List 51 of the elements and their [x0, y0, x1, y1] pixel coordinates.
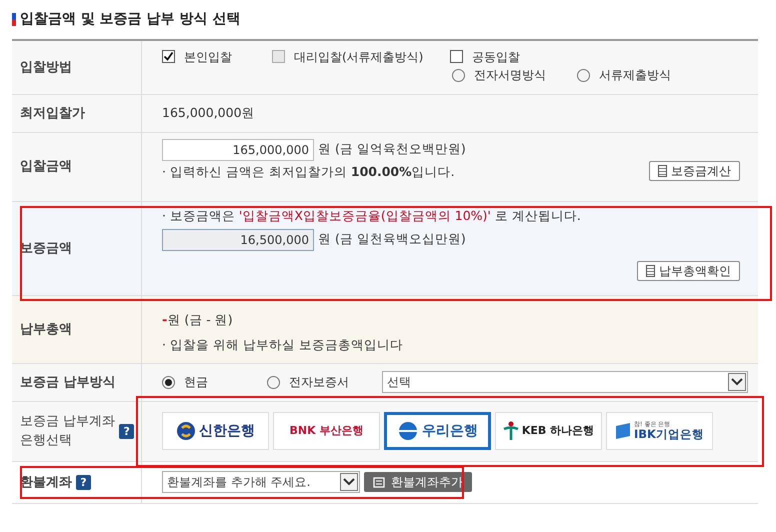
row-label: 납부총액	[20, 320, 72, 338]
total-note: · 입찰을 위해 납부하실 보증금총액입니다	[162, 337, 404, 354]
percentage-note: · 입력하신 금액은 최저입찰가의 100.00%입니다.	[162, 164, 455, 182]
guarantee-select[interactable]: 선택	[382, 371, 748, 394]
bank-logo-icon	[397, 421, 419, 442]
calculator-icon	[658, 164, 667, 177]
amount-in-words: 원 (금 - 원)	[167, 312, 233, 327]
section-title: 입찰금액 및 보증금 납부 방식 선택	[20, 10, 240, 29]
amount-field[interactable]: 165,000,000	[162, 138, 314, 161]
amount-field[interactable]: 16,500,000	[162, 228, 314, 251]
checkbox-label: 공동입찰	[472, 48, 520, 66]
calculator-icon	[646, 264, 655, 277]
add-refund-account-button[interactable]: 환불계좌추가	[364, 472, 472, 492]
radio-label: 서류제출방식	[599, 67, 671, 84]
row-label: 보증금 납부방식	[20, 374, 116, 392]
radio-label: 전자서명방식	[474, 67, 546, 84]
bank-logo-icon	[176, 421, 196, 442]
bank-logo-button[interactable]: 우리은행	[384, 412, 491, 450]
row-label: 최저입찰가	[20, 104, 85, 122]
bank-logo-icon	[615, 422, 632, 440]
bank-logo-button[interactable]: 신한은행	[162, 412, 269, 450]
checkbox[interactable]	[450, 50, 463, 64]
bank-logo-button[interactable]: BNK 부산은행	[273, 412, 380, 450]
calculate-button[interactable]: 보증금계산	[649, 160, 740, 182]
row-label: 입찰금액	[20, 158, 72, 176]
radio-button[interactable]	[577, 68, 590, 82]
amount-in-words: 원 (금 일억육천오백만원)	[318, 141, 466, 158]
list-icon	[373, 476, 385, 488]
help-icon[interactable]: ?	[119, 424, 134, 439]
formula-note: · 보증금액은 '입찰금액X입찰보증금율(입찰금액의 10%)' 로 계산됩니다.	[162, 208, 582, 225]
section-marker-icon	[12, 12, 16, 26]
checkbox-label: 본인입찰	[184, 48, 232, 66]
radio-button[interactable]	[162, 376, 175, 389]
bank-logo-button[interactable]: KEB 하나은행	[495, 412, 602, 450]
radio-label: 전자보증서	[289, 374, 349, 390]
amount-in-words: 원 (금 일천육백오십만원)	[318, 231, 466, 248]
price-value: 165,000,000원	[162, 104, 255, 122]
help-icon[interactable]: ?	[76, 474, 91, 490]
radio-button[interactable]	[267, 376, 280, 389]
total-amount: -	[162, 312, 168, 328]
row-label: 보증금액	[20, 240, 72, 258]
checkbox[interactable]	[162, 50, 175, 64]
confirm-total-button[interactable]: 납부총액확인	[637, 260, 740, 281]
row-label: 입찰방법	[20, 58, 72, 76]
row-label: 보증금 납부계좌 은행선택	[20, 412, 116, 450]
radio-label: 현금	[184, 374, 208, 390]
refund-account-select[interactable]: 환불계좌를 추가해 주세요.	[162, 471, 360, 494]
bank-logo-icon	[502, 421, 519, 442]
radio-button[interactable]	[452, 68, 465, 82]
row-label: 환불계좌	[20, 474, 72, 492]
checkbox-label: 대리입찰(서류제출방식)	[294, 48, 424, 66]
